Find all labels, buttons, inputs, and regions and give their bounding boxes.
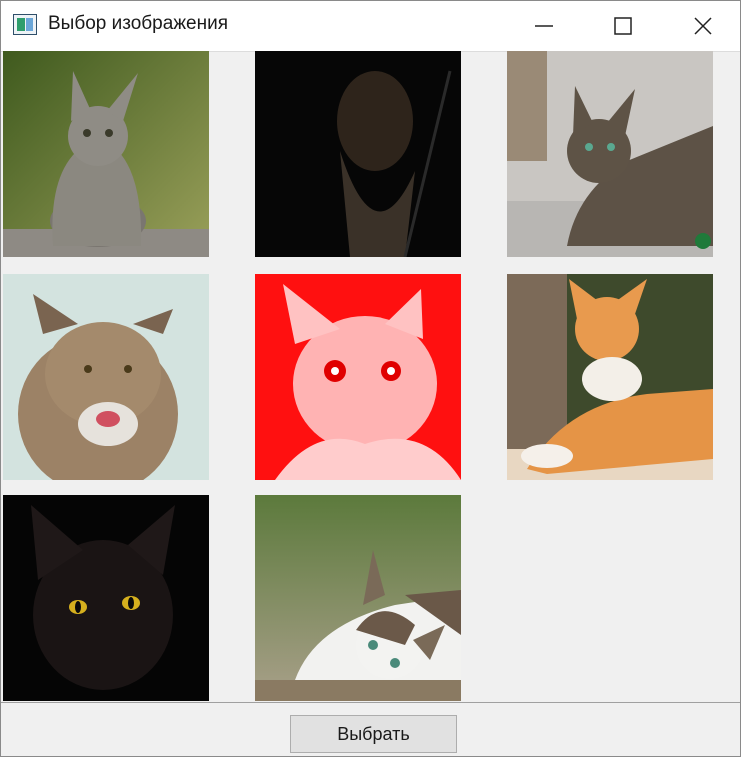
- minimize-icon: [535, 25, 553, 27]
- maximize-icon: [614, 17, 632, 35]
- image-thumbnail-tabby-cat-sitting[interactable]: [3, 51, 209, 257]
- image-thumbnail-white-tabby-cat[interactable]: [255, 495, 461, 701]
- close-icon: [694, 17, 712, 35]
- footer-divider: [1, 702, 740, 703]
- maximize-button[interactable]: [593, 1, 653, 51]
- black-cat-image: [3, 495, 209, 701]
- orange-cat-lying-image: [507, 274, 713, 480]
- image-picker-window: Выбор изображения Выбрать: [0, 0, 741, 757]
- app-window-icon: [13, 14, 37, 35]
- image-thumbnail-bearded-man[interactable]: [255, 51, 461, 257]
- white-cat-red-tint-image: [255, 274, 461, 480]
- close-button[interactable]: [673, 1, 733, 51]
- image-thumbnail-white-cat-red[interactable]: [255, 274, 461, 480]
- image-thumbnail-orange-cat-lying[interactable]: [507, 274, 713, 480]
- tabby-cat-lying-image: [507, 51, 713, 257]
- window-title: Выбор изображения: [48, 13, 228, 34]
- image-thumbnail-fluffy-cat-hissing[interactable]: [3, 274, 209, 480]
- fluffy-cat-hissing-image: [3, 274, 209, 480]
- title-bar: Выбор изображения: [1, 1, 740, 52]
- bearded-man-image: [255, 51, 461, 257]
- minimize-button[interactable]: [514, 1, 574, 51]
- image-thumbnail-tabby-cat-lying[interactable]: [507, 51, 713, 257]
- tabby-cat-sitting-image: [3, 51, 209, 257]
- select-button[interactable]: Выбрать: [290, 715, 457, 753]
- white-tabby-cat-lying-image: [255, 495, 461, 701]
- image-thumbnail-black-cat[interactable]: [3, 495, 209, 701]
